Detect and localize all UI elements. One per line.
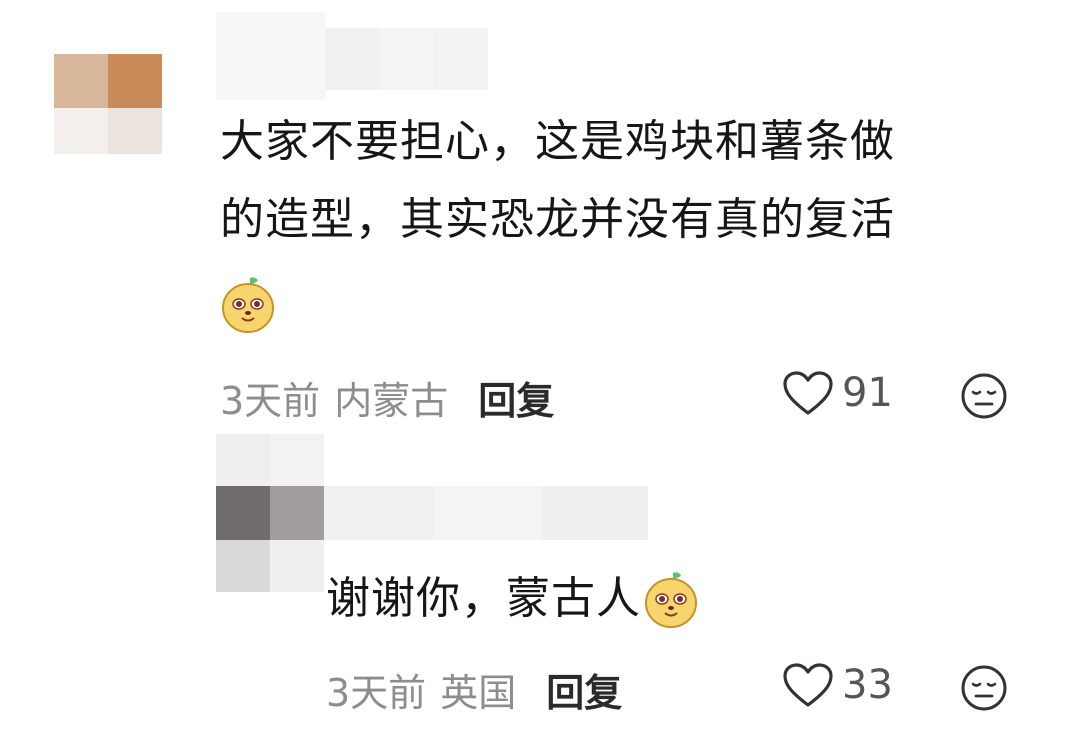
potato-face-emoji [222, 277, 274, 333]
comment-line-2: 的造型，其实恐龙并没有真的复活 [220, 194, 895, 245]
comment-meta: 3天前 内蒙古 回复 [220, 370, 554, 425]
meh-face-icon[interactable] [960, 372, 1008, 420]
comment-body: 大家不要担心，这是鸡块和薯条做 的造型，其实恐龙并没有真的复活 [220, 103, 895, 341]
like-button[interactable]: 91 [782, 370, 893, 416]
comment-line-1: 大家不要担心，这是鸡块和薯条做 [220, 116, 895, 167]
meh-face-icon[interactable] [960, 664, 1008, 712]
timestamp: 3天前 [326, 671, 427, 715]
reply-body: 谢谢你，蒙古人 [326, 560, 699, 638]
heart-outline-icon [783, 371, 833, 415]
reply-avatar[interactable] [216, 434, 324, 592]
reply-meta: 3天前 英国 回复 [326, 662, 622, 717]
potato-face-emoji [645, 572, 697, 628]
like-button[interactable]: 33 [782, 662, 893, 708]
username-blurred[interactable] [216, 12, 488, 100]
location: 内蒙古 [334, 379, 449, 423]
reply-button[interactable]: 回复 [546, 662, 622, 717]
avatar[interactable] [54, 54, 162, 154]
location: 英国 [440, 671, 517, 715]
heart-outline-icon [783, 663, 833, 707]
reply-text: 谢谢你，蒙古人 [326, 573, 641, 624]
like-count: 33 [842, 662, 893, 708]
timestamp: 3天前 [220, 379, 321, 423]
like-count: 91 [842, 370, 893, 416]
reply-button[interactable]: 回复 [478, 370, 554, 425]
reply-username-blurred[interactable] [324, 486, 648, 548]
